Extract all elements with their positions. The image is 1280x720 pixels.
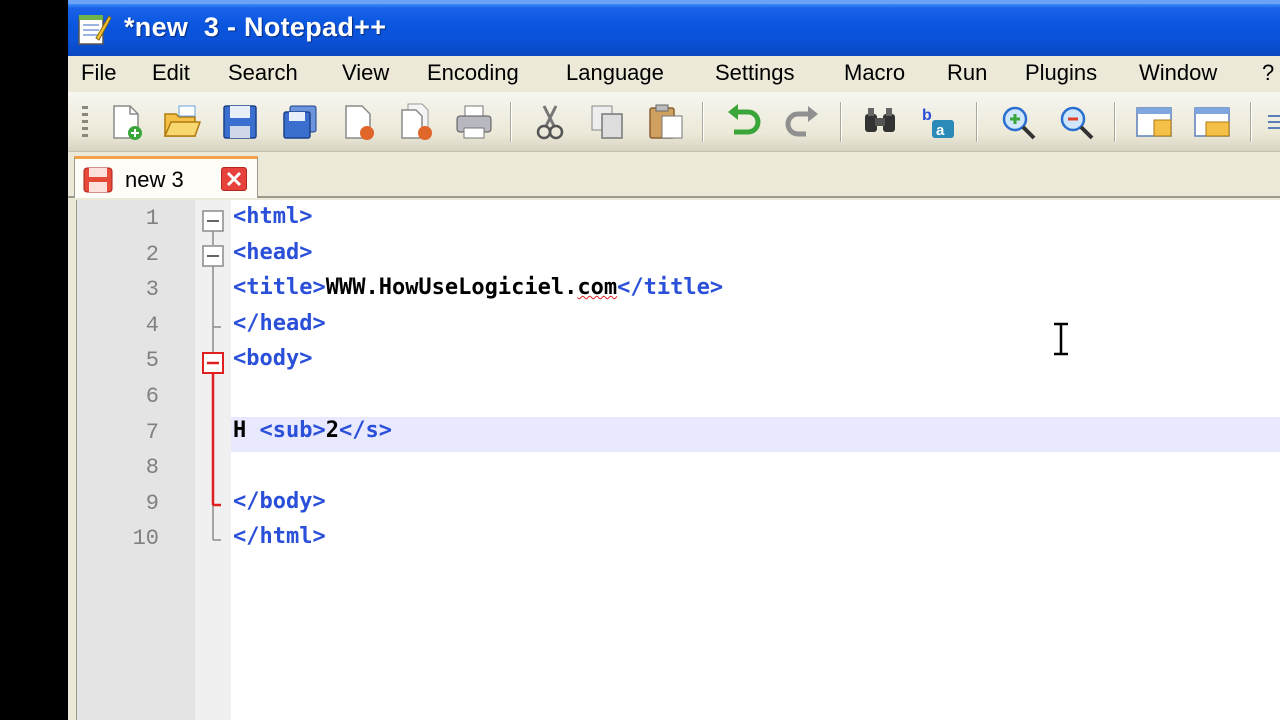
tab-new-3[interactable]: new 3	[74, 156, 258, 198]
code-line[interactable]: </html>	[233, 524, 326, 549]
text-token: H	[233, 417, 260, 443]
toolbar-separator	[510, 102, 512, 142]
menu-settings[interactable]: Settings	[715, 60, 795, 86]
code-line[interactable]: </body>	[233, 489, 326, 514]
html-tag-token: </s>	[338, 417, 392, 443]
line-number: 1	[145, 206, 159, 231]
toolbar-separator	[840, 102, 842, 142]
paste-icon[interactable]	[646, 102, 686, 142]
tab-close-button[interactable]	[221, 167, 247, 191]
tab-label: new 3	[125, 167, 184, 192]
html-tag-token: <title>	[233, 275, 326, 301]
close-file-icon[interactable]	[338, 102, 378, 142]
toolbar-separator	[1114, 102, 1116, 142]
code-line[interactable]: <body>	[233, 346, 312, 371]
html-tag-token: </html>	[233, 524, 326, 550]
line-number: 4	[145, 312, 159, 338]
html-tag-token: <head>	[233, 239, 313, 265]
unsaved-file-icon	[83, 167, 113, 193]
menu-file[interactable]: File	[81, 60, 116, 86]
menu-window[interactable]: Window	[1139, 60, 1217, 86]
redo-icon[interactable]	[782, 102, 822, 142]
editor-area[interactable]: 1 <html> 2 <head> 3 <title>WWW.HowUseLogiciel…	[76, 200, 1280, 720]
close-icon	[226, 171, 242, 187]
line-number: 5	[145, 348, 159, 374]
fold-markers	[202, 210, 224, 541]
menu-encoding[interactable]: Encoding	[427, 60, 519, 86]
spellcheck-underline: com	[577, 275, 618, 301]
html-tag-token: <html>	[233, 204, 313, 229]
save-all-icon[interactable]	[280, 102, 320, 142]
code-line[interactable]: <title>WWW.HowUseLogiciel.com</title>	[233, 275, 723, 300]
svg-text:b: b	[922, 107, 932, 124]
close-all-icon[interactable]	[396, 102, 436, 142]
code-line[interactable]: H <sub>2</s>	[233, 418, 392, 443]
line-number: 9	[145, 490, 159, 516]
toolbar: b a	[68, 92, 1280, 152]
fold-box-body	[202, 352, 224, 374]
undo-icon[interactable]	[724, 102, 764, 142]
line-number: 6	[145, 384, 159, 409]
line-number: 8	[145, 455, 159, 481]
menu-run[interactable]: Run	[947, 60, 987, 86]
menu-plugins[interactable]: Plugins	[1025, 60, 1097, 86]
notepadpp-window: *new 3 - Notepad++ File Edit Search View…	[68, 0, 1280, 720]
notepad-app-icon	[78, 15, 112, 45]
cut-icon[interactable]	[530, 102, 570, 142]
svg-text:a: a	[936, 122, 945, 139]
replace-icon[interactable]: b a	[918, 102, 958, 142]
menu-help[interactable]: ?	[1262, 60, 1274, 86]
line-number: 10	[132, 526, 159, 552]
new-file-icon[interactable]	[106, 102, 146, 142]
zoom-in-icon[interactable]	[998, 102, 1038, 142]
more-tools-icon[interactable]	[1266, 102, 1280, 142]
html-tag-token: <body>	[233, 346, 313, 372]
html-tag-token: </body>	[233, 488, 326, 514]
toolbar-separator	[976, 102, 978, 142]
menu-bar: File Edit Search View Encoding Language …	[68, 56, 1280, 92]
sync-horizontal-icon[interactable]	[1192, 102, 1232, 142]
code-line[interactable]: <html>	[233, 204, 312, 229]
menu-language[interactable]: Language	[566, 60, 664, 86]
fold-margin[interactable]	[195, 200, 231, 720]
title-bar[interactable]: *new 3 - Notepad++	[68, 0, 1280, 56]
print-icon[interactable]	[454, 102, 494, 142]
zoom-out-icon[interactable]	[1056, 102, 1096, 142]
toolbar-grip[interactable]	[82, 106, 88, 138]
window-title: *new 3 - Notepad++	[124, 12, 387, 42]
toolbar-separator	[702, 102, 704, 142]
code-line[interactable]: </head>	[233, 311, 326, 336]
html-tag-token: </title>	[617, 275, 724, 301]
copy-icon[interactable]	[588, 102, 628, 142]
line-number: 2	[145, 241, 159, 267]
find-icon[interactable]	[860, 102, 900, 142]
menu-search[interactable]: Search	[228, 60, 298, 86]
text-token: 2	[325, 417, 339, 443]
html-tag-token: <sub>	[259, 417, 326, 443]
menu-view[interactable]: View	[342, 60, 389, 86]
html-tag-token: </head>	[233, 310, 326, 336]
fold-box-html	[202, 210, 224, 232]
sync-vertical-icon[interactable]	[1134, 102, 1174, 142]
toolbar-separator	[1250, 102, 1252, 142]
line-number: 7	[145, 419, 159, 445]
code-line[interactable]: <head>	[233, 240, 312, 265]
text-token: WWW.HowUseLogiciel.com	[325, 275, 618, 301]
line-number: 3	[145, 277, 159, 303]
tab-bar: new 3	[68, 152, 1280, 198]
save-icon[interactable]	[220, 102, 260, 142]
text-cursor-icon	[1054, 322, 1068, 356]
menu-edit[interactable]: Edit	[152, 60, 190, 86]
fold-box-head	[202, 245, 224, 267]
menu-macro[interactable]: Macro	[844, 60, 905, 86]
open-folder-icon[interactable]	[162, 102, 202, 142]
